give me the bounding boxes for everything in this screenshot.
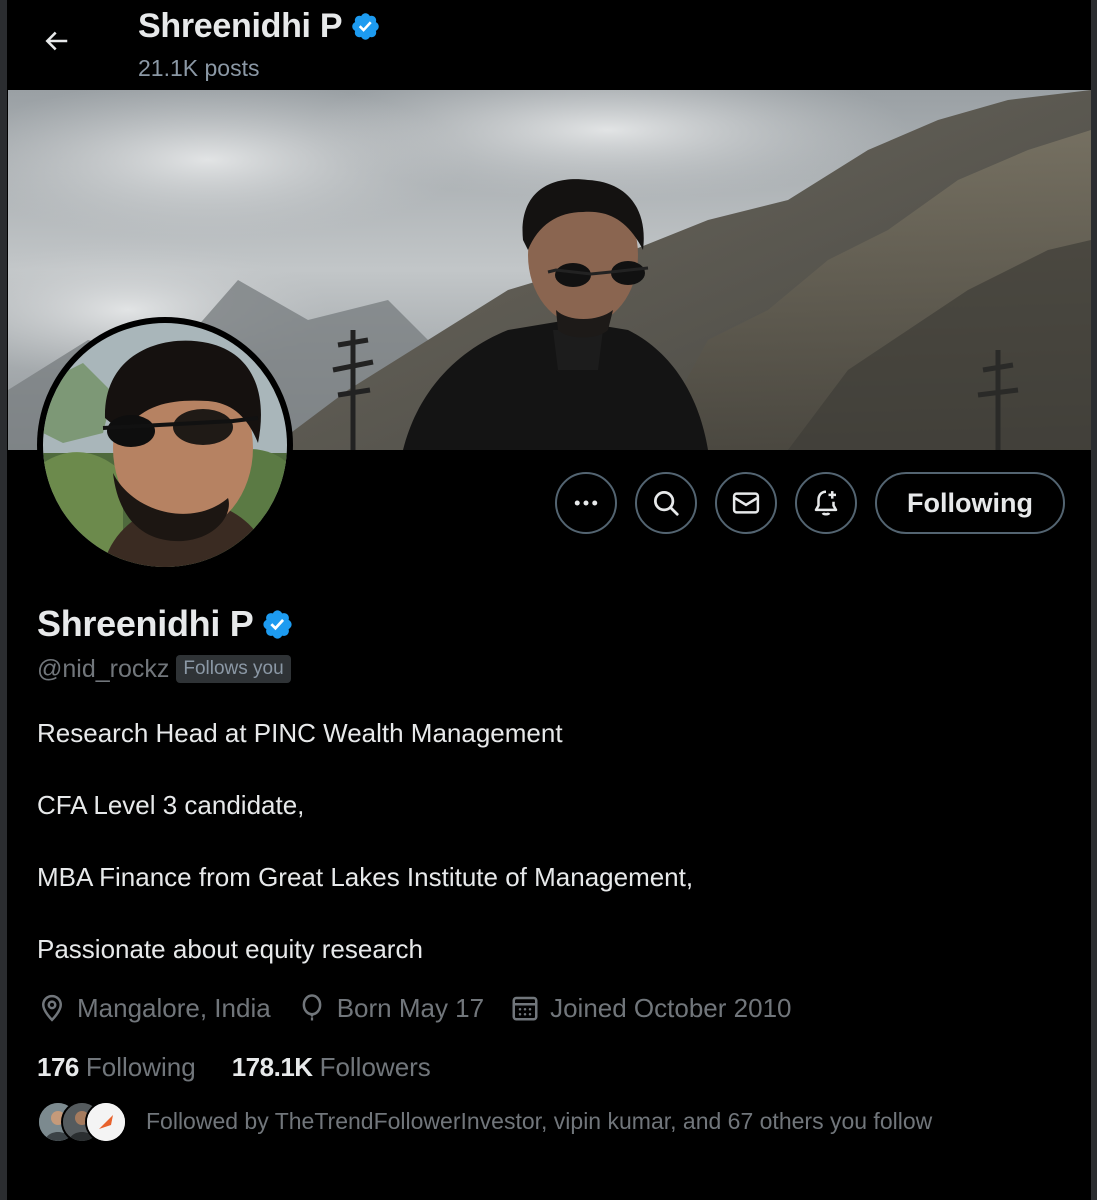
verified-badge-icon — [352, 12, 379, 40]
profile-header-bar: Shreenidhi P 21.1K posts — [7, 0, 1091, 90]
message-button[interactable] — [715, 472, 777, 534]
header-name: Shreenidhi P — [138, 6, 343, 45]
mutual-avatars — [37, 1101, 127, 1143]
following-button[interactable]: Following — [875, 472, 1065, 534]
more-dots-icon — [574, 500, 598, 506]
birthday-item: Born May 17 — [297, 993, 484, 1024]
joined-text: Joined October 2010 — [550, 992, 792, 1023]
followers-count-link[interactable]: 178.1K Followers — [232, 1052, 431, 1083]
location-item: Mangalore, India — [37, 993, 271, 1024]
handle-row: @nid_rockz Follows you — [37, 652, 291, 686]
profile-handle: @nid_rockz — [37, 654, 170, 683]
profile-actions: Following — [555, 472, 1065, 534]
following-count-link[interactable]: 176 Following — [37, 1052, 196, 1083]
location-text: Mangalore, India — [77, 992, 271, 1023]
followers-label: Followers — [319, 1051, 431, 1082]
bio-line: Research Head at PINC Wealth Management — [37, 718, 563, 748]
avatar-photo — [43, 323, 287, 567]
header-post-count: 21.1K posts — [138, 55, 260, 81]
following-label: Following — [85, 1051, 196, 1082]
search-icon — [654, 491, 679, 516]
location-pin-icon — [41, 994, 63, 1022]
verified-badge-icon[interactable] — [261, 608, 294, 641]
birthday-text: Born May 17 — [336, 992, 485, 1023]
profile-bio: Research Head at PINC Wealth Management … — [37, 715, 1037, 1003]
bio-line: MBA Finance from Great Lakes Institute o… — [37, 862, 694, 892]
profile-display-name: Shreenidhi P — [37, 603, 254, 644]
followed-by-link[interactable]: Followed by TheTrendFollowerInvestor, vi… — [37, 1101, 933, 1143]
profile-avatar[interactable] — [37, 317, 293, 573]
bio-line: CFA Level 3 candidate, — [37, 790, 305, 820]
profile-window: Shreenidhi P 21.1K posts Following Shree… — [0, 0, 1097, 1200]
following-count: 176 — [37, 1051, 79, 1082]
back-button[interactable] — [33, 18, 79, 64]
notifications-button[interactable] — [795, 472, 857, 534]
profile-name-row: Shreenidhi P — [37, 601, 294, 647]
follow-stats: 176 Following 178.1K Followers — [37, 1049, 467, 1085]
joined-item: Joined October 2010 — [510, 993, 791, 1024]
follows-you-badge: Follows you — [176, 655, 291, 683]
calendar-icon — [512, 996, 538, 1021]
profile-meta: Mangalore, India Born May 17 Joined Octo… — [37, 990, 817, 1026]
mutual-avatar — [85, 1101, 127, 1143]
header-name-row: Shreenidhi P — [138, 4, 381, 48]
search-profile-button[interactable] — [635, 472, 697, 534]
envelope-icon — [732, 492, 760, 514]
balloon-icon — [302, 994, 322, 1021]
arrow-left-icon — [45, 31, 68, 51]
followed-by-text: Followed by TheTrendFollowerInvestor, vi… — [146, 1107, 933, 1134]
bio-line: Passionate about equity research — [37, 934, 423, 964]
more-button[interactable] — [555, 472, 617, 534]
followers-count: 178.1K — [231, 1051, 313, 1082]
bell-plus-icon — [814, 490, 838, 516]
